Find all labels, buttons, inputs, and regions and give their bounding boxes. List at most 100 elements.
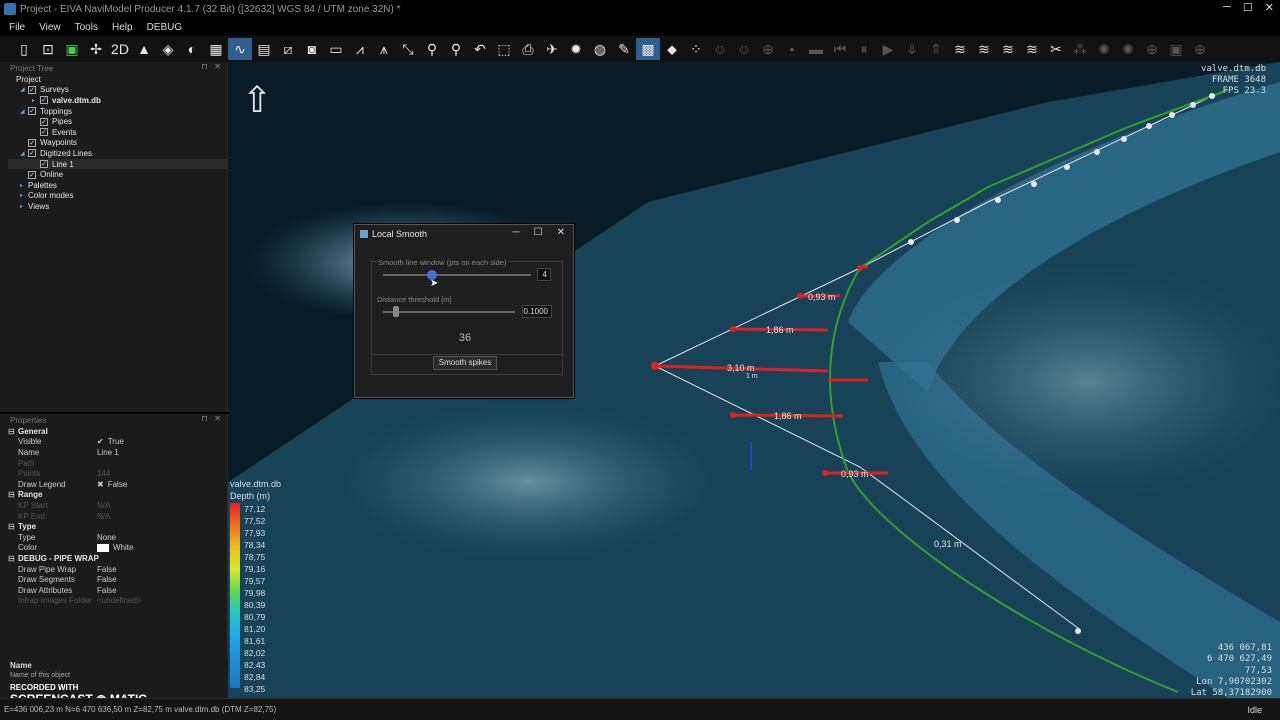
property-value-cell[interactable]: ✔ True xyxy=(97,437,124,446)
property-value-cell[interactable]: White xyxy=(97,543,133,552)
2d-icon[interactable]: 2D xyxy=(108,38,132,60)
undo-icon[interactable]: ↶ xyxy=(468,38,492,60)
threshold-slider-track[interactable] xyxy=(383,311,515,313)
chart-icon[interactable]: ⩚ xyxy=(372,38,396,60)
palette-icon[interactable]: ◍ xyxy=(588,38,612,60)
pause-icon[interactable]: ⏸ xyxy=(852,38,876,60)
visibility-checkbox[interactable]: ✓ xyxy=(40,128,48,137)
tree-item[interactable]: ✓ Pipes xyxy=(8,116,227,127)
smooth-icon[interactable]: ≋ xyxy=(948,38,972,60)
property-row[interactable]: KP Start N/A xyxy=(0,500,227,511)
cursor-icon[interactable]: ⤡ xyxy=(396,38,420,60)
pin-icon[interactable]: ⚲ xyxy=(420,38,444,60)
down-icon[interactable]: ⇓ xyxy=(900,38,924,60)
tree-item[interactable]: ✓ Events xyxy=(8,127,227,138)
points-icon[interactable]: ⁘ xyxy=(684,38,708,60)
property-value-cell[interactable]: N/A xyxy=(97,512,110,521)
expand-arrow-icon[interactable]: ▸ xyxy=(32,97,40,104)
minimize-button[interactable]: ─ xyxy=(1223,1,1231,14)
save-icon[interactable]: ▣ xyxy=(60,38,84,60)
property-row[interactable]: Color White xyxy=(0,543,227,554)
expand-arrow-icon[interactable]: ◢ xyxy=(20,86,28,93)
menu-tools[interactable]: Tools xyxy=(68,22,105,33)
select-icon[interactable]: ⬚ xyxy=(492,38,516,60)
maximize-button[interactable]: ☐ xyxy=(1243,1,1253,14)
gear-icon[interactable]: ✹ xyxy=(564,38,588,60)
visibility-checkbox[interactable]: ✓ xyxy=(28,138,36,147)
property-row[interactable]: Type None xyxy=(0,532,227,543)
expand-arrow-icon[interactable]: ▸ xyxy=(20,192,28,199)
property-category[interactable]: ⊟ Range xyxy=(0,490,227,501)
tree-item[interactable]: ◢ ✓ Surveys xyxy=(8,85,227,96)
expand-arrow-icon[interactable]: ▸ xyxy=(20,203,28,210)
tag-icon[interactable]: ⬥ xyxy=(660,38,684,60)
expand-arrow-icon[interactable]: ◢ xyxy=(20,150,28,157)
shaded-icon[interactable]: ◐ xyxy=(180,38,204,60)
xyz-icon[interactable]: ⁂ xyxy=(1068,38,1092,60)
close-button[interactable]: ✕ xyxy=(1265,1,1274,14)
collapse-icon[interactable]: ⊟ xyxy=(8,554,18,563)
menu-file[interactable]: File xyxy=(2,22,32,33)
property-category[interactable]: ⊟ DEBUG - PIPE WRAP xyxy=(0,553,227,564)
up-icon[interactable]: ⇑ xyxy=(924,38,948,60)
tools-icon[interactable]: ✂ xyxy=(1044,38,1068,60)
property-value-cell[interactable]: False xyxy=(97,575,117,584)
dialog-title-bar[interactable]: Local Smooth ─ ☐ ✕ xyxy=(355,225,573,243)
dialog-minimize-button[interactable]: ─ xyxy=(513,227,520,238)
face-icon[interactable]: ☺ xyxy=(708,38,732,60)
prev-icon[interactable]: ⏮ xyxy=(828,38,852,60)
tree-item[interactable]: ▸ ✓ valve.dtm.db xyxy=(8,95,227,106)
visibility-checkbox[interactable]: ✓ xyxy=(40,160,48,169)
property-value-cell[interactable]: None xyxy=(97,533,116,542)
dim2-icon[interactable]: ✺ xyxy=(1116,38,1140,60)
dim4-icon[interactable]: ▣ xyxy=(1164,38,1188,60)
visibility-checkbox[interactable]: ✓ xyxy=(28,170,36,179)
grid-icon[interactable]: ▦ xyxy=(204,38,228,60)
property-value-cell[interactable]: 144 xyxy=(97,469,110,478)
dialog-maximize-button[interactable]: ☐ xyxy=(534,227,543,238)
search-pin-icon[interactable]: ⚲ xyxy=(444,38,468,60)
satellite-icon[interactable]: ✢ xyxy=(84,38,108,60)
property-row[interactable]: Draw Segments False xyxy=(0,574,227,585)
film-icon[interactable]: ▬ xyxy=(804,38,828,60)
check-icon[interactable]: ✔ xyxy=(97,437,104,446)
property-value-cell[interactable]: ✖ False xyxy=(97,480,127,489)
property-row[interactable]: Infrap Images Folder <undefined> xyxy=(0,596,227,607)
collapse-icon[interactable]: ⊟ xyxy=(8,522,18,531)
tree-item[interactable]: ◢ ✓ Toppings xyxy=(8,106,227,117)
cross-icon[interactable]: ✖ xyxy=(97,480,104,489)
ruler-icon[interactable]: ▭ xyxy=(324,38,348,60)
property-row[interactable]: Draw Legend ✖ False xyxy=(0,479,227,490)
fill-icon[interactable]: ▩ xyxy=(636,38,660,60)
property-row[interactable]: Visible ✔ True xyxy=(0,437,227,448)
open-icon[interactable]: ⊡ xyxy=(36,38,60,60)
brush-icon[interactable]: ✎ xyxy=(612,38,636,60)
raster-icon[interactable]: ▤ xyxy=(252,38,276,60)
close-icon[interactable]: ✕ xyxy=(214,414,221,423)
dim1-icon[interactable]: ✺ xyxy=(1092,38,1116,60)
window-slider-track[interactable] xyxy=(383,274,531,276)
dialog-close-button[interactable]: ✕ xyxy=(557,227,565,238)
tree-item[interactable]: ✓ Waypoints xyxy=(8,138,227,149)
navigate-icon[interactable]: ▲ xyxy=(132,38,156,60)
property-row[interactable]: Path xyxy=(0,458,227,469)
threshold-slider-thumb[interactable] xyxy=(393,306,400,317)
visibility-checkbox[interactable]: ✓ xyxy=(28,149,36,158)
dim5-icon[interactable]: ⊕ xyxy=(1188,38,1212,60)
property-row[interactable]: Points 144 xyxy=(0,468,227,479)
visibility-checkbox[interactable]: ✓ xyxy=(28,107,36,116)
tree-item[interactable]: ▸ Color modes xyxy=(8,191,227,202)
property-category[interactable]: ⊟ General xyxy=(0,426,227,437)
collapse-icon[interactable]: ⊟ xyxy=(8,490,18,499)
color-swatch[interactable] xyxy=(97,543,109,552)
visibility-checkbox[interactable]: ✓ xyxy=(40,117,48,126)
property-value-cell[interactable]: False xyxy=(97,586,117,595)
expand-arrow-icon[interactable]: ◢ xyxy=(20,108,28,115)
expand-arrow-icon[interactable]: ▸ xyxy=(20,182,28,189)
profile-icon[interactable]: ⧄ xyxy=(276,38,300,60)
visibility-checkbox[interactable]: ✓ xyxy=(28,85,36,94)
menu-help[interactable]: Help xyxy=(105,22,140,33)
property-value-cell[interactable]: <undefined> xyxy=(97,596,142,605)
pin-icon[interactable]: ⊓ xyxy=(201,414,207,423)
property-row[interactable]: Name Line 1 xyxy=(0,447,227,458)
